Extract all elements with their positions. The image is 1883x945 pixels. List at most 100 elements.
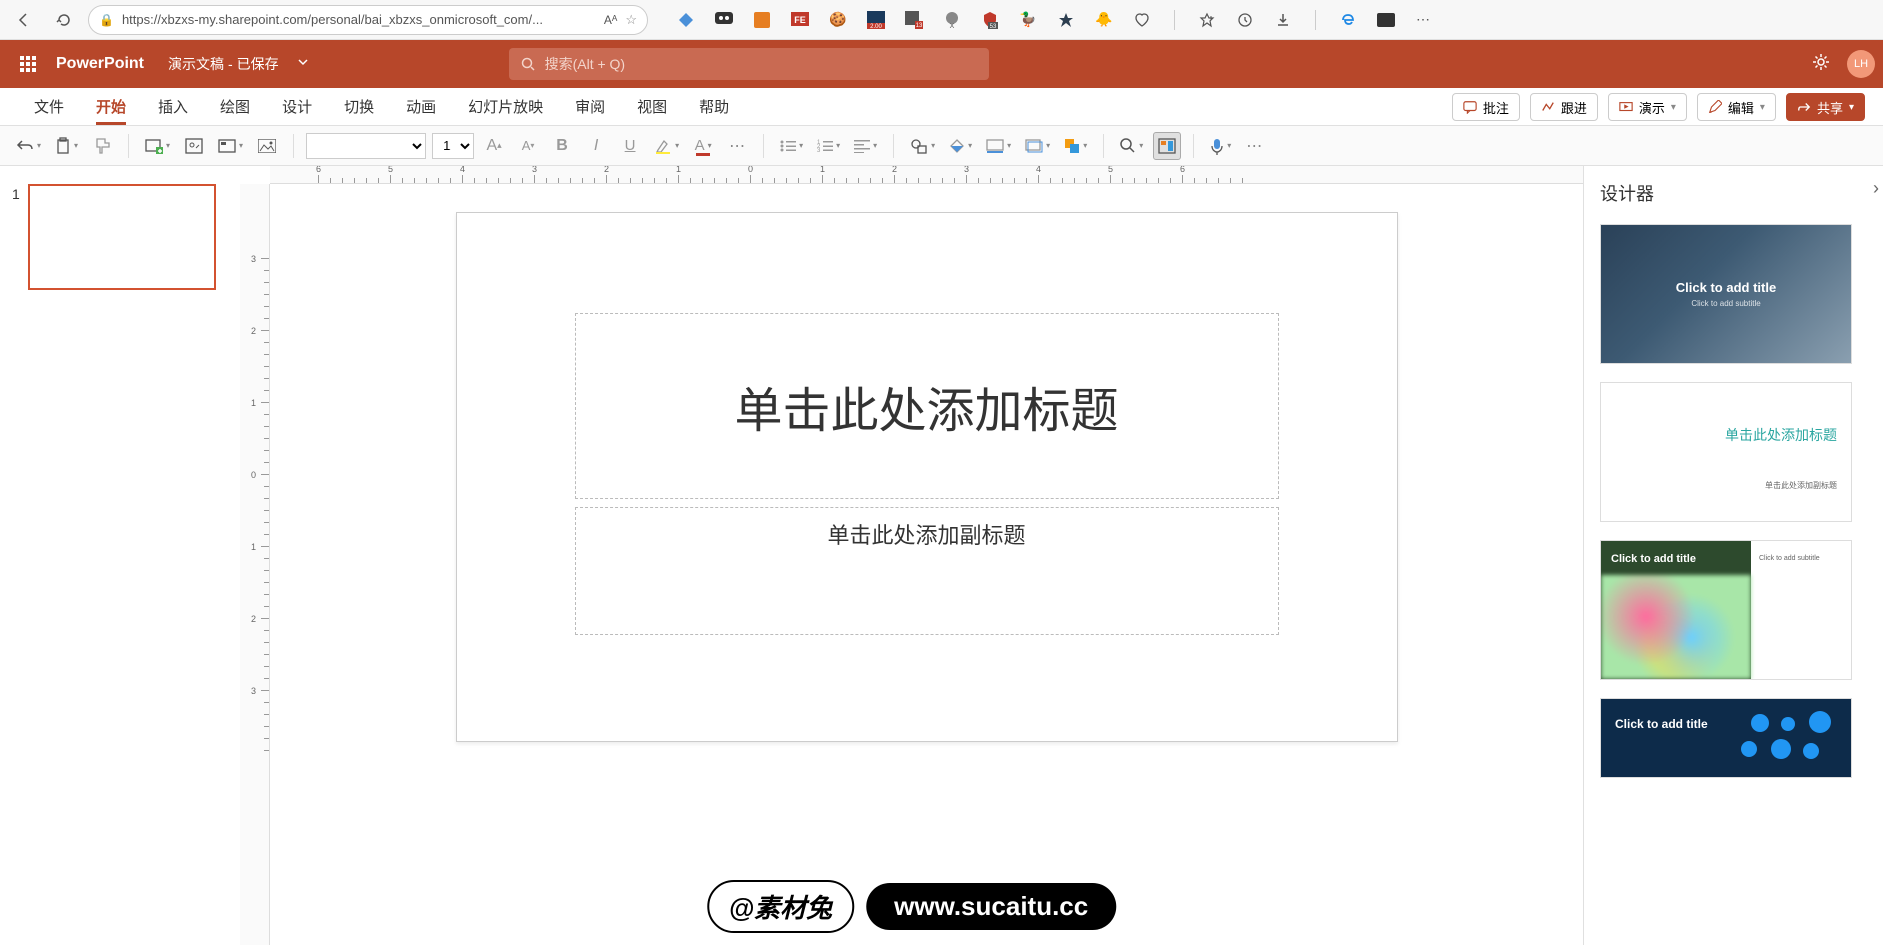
ext-icon-8[interactable]: X bbox=[942, 10, 962, 30]
picture-button[interactable] bbox=[253, 132, 281, 160]
comments-button[interactable]: 批注 bbox=[1452, 93, 1520, 121]
tab-home[interactable]: 开始 bbox=[80, 96, 142, 125]
toolbar: ▾ ▾ ▾ ▾ 12 A▴ A▾ B I U ▾ A▾ ⋯ ▾ 123▾ ▾ ▾… bbox=[0, 126, 1883, 166]
bullets-button[interactable]: ▾ bbox=[776, 132, 807, 160]
downloads-icon[interactable] bbox=[1273, 10, 1293, 30]
ie-mode-icon[interactable] bbox=[1338, 10, 1358, 30]
svg-text:X: X bbox=[950, 23, 955, 29]
ext-icon-12[interactable]: 🐥 bbox=[1094, 10, 1114, 30]
app-name: PowerPoint bbox=[56, 55, 144, 73]
ext-icon-13[interactable] bbox=[1132, 10, 1152, 30]
tab-help[interactable]: 帮助 bbox=[683, 96, 745, 125]
ext-icon-5[interactable]: 🍪 bbox=[828, 10, 848, 30]
font-name-select[interactable] bbox=[306, 133, 426, 159]
doc-status: - 已保存 bbox=[228, 54, 279, 74]
title-placeholder-text: 单击此处添加标题 bbox=[734, 371, 1118, 441]
slide-thumbnail-1[interactable] bbox=[28, 184, 216, 290]
search-placeholder: 搜索(Alt + Q) bbox=[545, 54, 626, 74]
font-size-select[interactable]: 12 bbox=[432, 133, 474, 159]
share-button[interactable]: 共享 ▾ bbox=[1786, 93, 1865, 121]
subtitle-placeholder-box[interactable]: 单击此处添加副标题 bbox=[575, 507, 1279, 635]
shapes-button[interactable]: ▾ bbox=[906, 132, 939, 160]
tab-design[interactable]: 设计 bbox=[266, 96, 328, 125]
arrange-button[interactable]: ▾ bbox=[1060, 132, 1091, 160]
tab-review[interactable]: 审阅 bbox=[559, 96, 621, 125]
tab-view[interactable]: 视图 bbox=[621, 96, 683, 125]
ruler-vertical: 3210123 bbox=[240, 184, 270, 945]
increase-font-button[interactable]: A▴ bbox=[480, 132, 508, 160]
history-icon[interactable] bbox=[1235, 10, 1255, 30]
shape-outline-button[interactable]: ▾ bbox=[982, 132, 1015, 160]
favorite-icon[interactable]: ☆ bbox=[625, 12, 637, 28]
design-option-3[interactable]: Click to add title Click to add subtitle bbox=[1600, 540, 1852, 680]
present-button[interactable]: 演示 ▾ bbox=[1608, 93, 1687, 121]
thumbnail-number: 1 bbox=[12, 184, 20, 290]
tab-file[interactable]: 文件 bbox=[18, 96, 80, 125]
font-color-button[interactable]: A▾ bbox=[689, 132, 717, 160]
ext-icon-7[interactable]: 13 bbox=[904, 10, 924, 30]
user-avatar[interactable]: LH bbox=[1847, 50, 1875, 78]
tab-animations[interactable]: 动画 bbox=[390, 96, 452, 125]
bold-button[interactable]: B bbox=[548, 132, 576, 160]
highlight-button[interactable]: ▾ bbox=[650, 132, 683, 160]
catchup-button[interactable]: 跟进 bbox=[1530, 93, 1598, 121]
ext-icon-11[interactable] bbox=[1056, 10, 1076, 30]
close-pane-button[interactable]: › bbox=[1873, 178, 1879, 199]
ext-icon-9[interactable]: 53 bbox=[980, 10, 1000, 30]
layout-button[interactable] bbox=[180, 132, 208, 160]
app-launcher[interactable] bbox=[8, 56, 48, 72]
back-button[interactable] bbox=[8, 4, 40, 36]
edit-button[interactable]: 编辑 ▾ bbox=[1697, 93, 1776, 121]
new-slide-button[interactable]: ▾ bbox=[141, 132, 174, 160]
dictate-button[interactable]: ▾ bbox=[1206, 132, 1235, 160]
read-aloud-icon[interactable]: Aᴬ bbox=[604, 13, 617, 27]
tab-insert[interactable]: 插入 bbox=[142, 96, 204, 125]
design-option-4[interactable]: Click to add title bbox=[1600, 698, 1852, 778]
design-option-2[interactable]: 单击此处添加标题 单击此处添加副标题 bbox=[1600, 382, 1852, 522]
canvas-panel: 6543210123456 3210123 单击此处添加标题 单击此处添加副标题… bbox=[240, 166, 1583, 945]
ext-icon-1[interactable] bbox=[676, 10, 696, 30]
separator bbox=[1193, 134, 1194, 158]
format-painter-button[interactable] bbox=[88, 132, 116, 160]
paste-button[interactable]: ▾ bbox=[51, 132, 82, 160]
align-button[interactable]: ▾ bbox=[850, 132, 881, 160]
watermark-right: www.sucaitu.cc bbox=[866, 883, 1116, 930]
numbering-button[interactable]: 123▾ bbox=[813, 132, 844, 160]
more-font-button[interactable]: ⋯ bbox=[723, 132, 751, 160]
tab-draw[interactable]: 绘图 bbox=[204, 96, 266, 125]
doc-name[interactable]: 演示文稿 bbox=[168, 54, 224, 74]
italic-button[interactable]: I bbox=[582, 132, 610, 160]
slide-layout-button[interactable]: ▾ bbox=[214, 132, 247, 160]
tab-transitions[interactable]: 切换 bbox=[328, 96, 390, 125]
ext-icon-3[interactable] bbox=[752, 10, 772, 30]
url-text: https://xbzxs-my.sharepoint.com/personal… bbox=[122, 12, 596, 27]
shape-fill-button[interactable]: ▾ bbox=[945, 132, 976, 160]
settings-button[interactable] bbox=[1811, 52, 1831, 77]
more-button[interactable]: ⋯ bbox=[1241, 132, 1269, 160]
designer-button[interactable] bbox=[1153, 132, 1181, 160]
search-box[interactable]: 搜索(Alt + Q) bbox=[509, 48, 989, 80]
tab-slideshow[interactable]: 幻灯片放映 bbox=[452, 96, 559, 125]
more-icon[interactable]: ⋯ bbox=[1414, 10, 1434, 30]
separator bbox=[893, 134, 894, 158]
doc-menu-chevron[interactable] bbox=[297, 55, 309, 73]
shape-effects-button[interactable]: ▾ bbox=[1021, 132, 1054, 160]
refresh-button[interactable] bbox=[48, 4, 80, 36]
underline-button[interactable]: U bbox=[616, 132, 644, 160]
ext-icon-6[interactable]: 2.00 bbox=[866, 10, 886, 30]
decrease-font-button[interactable]: A▾ bbox=[514, 132, 542, 160]
separator bbox=[293, 134, 294, 158]
ext-icon-10[interactable]: 🦆 bbox=[1018, 10, 1038, 30]
svg-text:FE: FE bbox=[794, 15, 806, 25]
ext-icon-2[interactable] bbox=[714, 10, 734, 30]
ext-icon-4[interactable]: FE bbox=[790, 10, 810, 30]
svg-text:13: 13 bbox=[916, 23, 923, 29]
ext-icon-last[interactable] bbox=[1376, 10, 1396, 30]
favorites-icon[interactable] bbox=[1197, 10, 1217, 30]
undo-button[interactable]: ▾ bbox=[12, 132, 45, 160]
find-button[interactable]: ▾ bbox=[1116, 132, 1147, 160]
url-bar[interactable]: 🔒 https://xbzxs-my.sharepoint.com/person… bbox=[88, 5, 648, 35]
title-placeholder-box[interactable]: 单击此处添加标题 bbox=[575, 313, 1279, 499]
slide-canvas[interactable]: 单击此处添加标题 单击此处添加副标题 bbox=[456, 212, 1398, 742]
design-option-1[interactable]: Click to add title Click to add subtitle bbox=[1600, 224, 1852, 364]
